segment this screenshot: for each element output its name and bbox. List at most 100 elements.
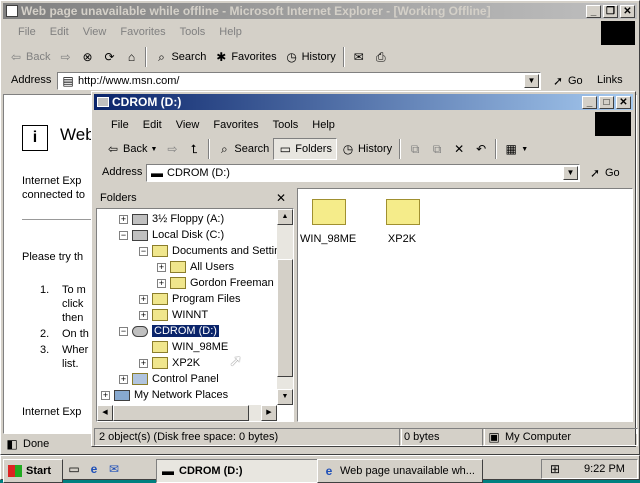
list-text: Wher [62, 344, 89, 356]
ie-menu-edit[interactable]: Edit [43, 26, 76, 38]
chevron-down-icon[interactable]: ▼ [563, 166, 578, 180]
explorer-search-button[interactable]: ⌕ Search [213, 139, 273, 159]
ie-minimize-button[interactable]: _ [586, 5, 601, 18]
ie-status-text: Done [23, 438, 50, 450]
floppy-drive-icon [132, 213, 148, 225]
internet-explorer-icon[interactable]: e [87, 462, 101, 476]
explorer-up-button[interactable]: ⮤ [183, 139, 205, 159]
explorer-menu-edit[interactable]: Edit [136, 119, 169, 131]
ie-menu-help[interactable]: Help [212, 26, 249, 38]
ie-menu-tools[interactable]: Tools [173, 26, 213, 38]
file-item-xp2k[interactable]: XP2K [374, 195, 430, 247]
task-cdrom[interactable]: ▬ CDROM (D:) [156, 459, 320, 483]
tree-item-local-disk[interactable]: − Local Disk (C:) [119, 227, 224, 243]
start-button[interactable]: Start [3, 459, 63, 483]
ie-home-button[interactable]: ⌂ [120, 47, 142, 67]
toolbar-separator [208, 139, 211, 159]
explorer-minimize-button[interactable]: _ [582, 96, 597, 109]
ie-maximize-button[interactable]: ❐ [603, 5, 618, 18]
my-computer-icon: ▣ [488, 430, 500, 444]
scroll-thumb[interactable] [277, 259, 293, 377]
show-desktop-icon[interactable]: ▭ [67, 462, 81, 476]
ie-address-input[interactable]: ▤ http://www.msn.com/ ▼ [57, 72, 541, 90]
tree-item-program-files[interactable]: + Program Files [139, 291, 240, 307]
tree-item-win98me[interactable]: WIN_98ME [152, 339, 228, 355]
ie-back-button[interactable]: ⇦ Back [5, 47, 54, 67]
explorer-history-label: History [357, 143, 393, 155]
scroll-left-button[interactable]: ◀ [97, 405, 113, 421]
tree-item-label: CDROM (D:) [152, 325, 219, 337]
tree-vertical-scrollbar[interactable]: ▲ ▼ [277, 209, 293, 405]
tree-item-cdrom[interactable]: − CDROM (D:) [119, 323, 219, 339]
tree-item-winnt[interactable]: + WINNT [139, 307, 208, 323]
tree-item-all-users[interactable]: + All Users [157, 259, 234, 275]
tree-item-gordon-freeman[interactable]: + Gordon Freeman [157, 275, 274, 291]
tree-item-label: Gordon Freeman [190, 277, 274, 289]
ie-history-button[interactable]: ◷ History [281, 47, 340, 67]
explorer-title-bar[interactable]: CDROM (D:) _ □ ✕ [94, 94, 633, 110]
move-to-button[interactable]: ⧉ [404, 139, 426, 159]
drive-icon: ▬ [151, 166, 163, 180]
tree-horizontal-scrollbar[interactable]: ◀ ▶ [97, 405, 277, 421]
ie-forward-button[interactable]: ⇨ [54, 47, 76, 67]
printer-icon: ⎙ [376, 50, 386, 64]
explorer-forward-button[interactable]: ⇨ [161, 139, 183, 159]
copy-to-button[interactable]: ⧉ [426, 139, 448, 159]
explorer-address-value: CDROM (D:) [167, 167, 230, 179]
scroll-right-button[interactable]: ▶ [261, 405, 277, 421]
ie-logo-icon [6, 5, 18, 17]
explorer-menu-view[interactable]: View [169, 119, 207, 131]
ie-title-bar[interactable]: Web page unavailable while offline - Mic… [3, 3, 637, 19]
ie-menu-view[interactable]: View [76, 26, 114, 38]
ie-favorites-button[interactable]: ✱ Favorites [210, 47, 280, 67]
clock[interactable]: 9:22 PM [584, 463, 625, 475]
explorer-close-button[interactable]: ✕ [616, 96, 631, 109]
undo-button[interactable]: ↶ [470, 139, 492, 159]
ie-print-button[interactable]: ⎙ [370, 47, 392, 67]
explorer-address-input[interactable]: ▬ CDROM (D:) ▼ [146, 164, 580, 182]
task-ie-page[interactable]: e Web page unavailable wh... [317, 459, 483, 483]
explorer-folders-button[interactable]: ▭ Folders [273, 138, 337, 160]
views-button[interactable]: ▦ ▼ [500, 139, 532, 159]
explorer-history-button[interactable]: ◷ History [337, 139, 396, 159]
go-arrow-icon: ➚ [589, 166, 601, 180]
ie-links-button[interactable]: Links [597, 74, 623, 86]
ie-close-button[interactable]: ✕ [620, 5, 635, 18]
ie-search-button[interactable]: ⌕ Search [150, 47, 210, 67]
ie-menu-file[interactable]: File [11, 26, 43, 38]
scroll-thumb[interactable] [113, 405, 249, 421]
ie-refresh-button[interactable]: ⟳ [98, 47, 120, 67]
scroll-down-button[interactable]: ▼ [277, 389, 293, 405]
tree-item-documents-and-settings[interactable]: − Documents and Settin [139, 243, 280, 259]
tree-item-floppy[interactable]: +3½ Floppy (A:) [119, 211, 224, 227]
explorer-maximize-button[interactable]: □ [599, 96, 614, 109]
explorer-menu-tools[interactable]: Tools [266, 119, 306, 131]
ie-address-label: Address [11, 74, 52, 86]
explorer-menu-favorites[interactable]: Favorites [206, 119, 265, 131]
folders-pane: Folders ✕ +3½ Floppy (A:) − Local Disk (C… [96, 188, 294, 422]
explorer-back-button[interactable]: ⇦ Back ▼ [102, 139, 161, 159]
explorer-menu-help[interactable]: Help [305, 119, 342, 131]
ie-menu-favorites[interactable]: Favorites [113, 26, 172, 38]
tree-item-xp2k[interactable]: + XP2K [139, 355, 200, 371]
scroll-up-button[interactable]: ▲ [277, 209, 293, 225]
explorer-menu-file[interactable]: File [104, 119, 136, 131]
ie-stop-button[interactable]: ⊗ [76, 47, 98, 67]
outlook-express-icon[interactable]: ✉ [107, 462, 121, 476]
close-icon[interactable]: ✕ [276, 191, 286, 205]
file-item-win98me[interactable]: WIN_98ME [300, 195, 356, 247]
explorer-address-label: Address [102, 166, 143, 178]
explorer-go-button[interactable]: ➚ Go [584, 163, 624, 183]
status-size-text: 0 bytes [404, 431, 440, 443]
tree-item-my-network-places[interactable]: + My Network Places [101, 387, 228, 403]
undo-icon: ↶ [476, 142, 487, 156]
ie-go-button[interactable]: ➚ Go [547, 71, 587, 91]
tree-item-control-panel[interactable]: + Control Panel [119, 371, 219, 387]
delete-button[interactable]: ✕ [448, 139, 470, 159]
explorer-window-title: CDROM (D:) [112, 95, 182, 109]
network-status-icon[interactable]: ⊞ [548, 462, 562, 476]
drive-icon [97, 97, 109, 107]
folder-icon [170, 261, 186, 273]
chevron-down-icon[interactable]: ▼ [524, 74, 539, 88]
ie-mail-button[interactable]: ✉ [348, 47, 370, 67]
